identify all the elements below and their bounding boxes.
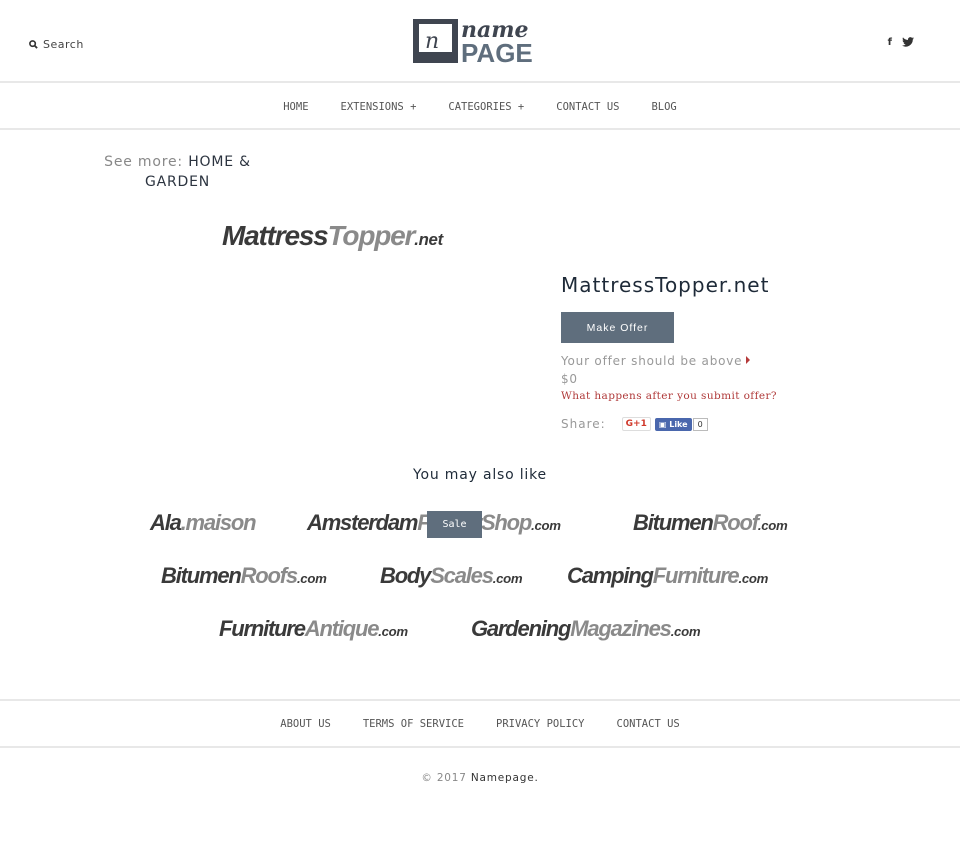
domain-title: MattressTopper.net (561, 273, 770, 297)
nav-extensions[interactable]: EXTENSIONS + (341, 101, 417, 113)
footer-nav: ABOUT US TERMS OF SERVICE PRIVACY POLICY… (0, 699, 960, 748)
caret-right-icon (746, 356, 750, 364)
sale-badge: Sale (427, 511, 482, 538)
footer-about-us[interactable]: ABOUT US (280, 718, 331, 730)
nav-home[interactable]: HOME (283, 101, 308, 113)
google-plus-button[interactable]: G+1 (621, 417, 651, 431)
nav-contact-us[interactable]: CONTACT US (556, 101, 619, 113)
search-icon (29, 40, 38, 49)
search-label: Search (43, 38, 84, 51)
also-like-title: You may also like (413, 467, 547, 483)
footer-privacy[interactable]: PRIVACY POLICY (496, 718, 585, 730)
related-domain[interactable]: BitumenRoof.com (633, 510, 788, 536)
nav-categories[interactable]: CATEGORIES + (448, 101, 524, 113)
site-logo[interactable]: n name PAGE (413, 18, 549, 64)
search-button[interactable]: Search (29, 38, 84, 51)
footer-terms[interactable]: TERMS OF SERVICE (363, 718, 464, 730)
make-offer-button[interactable]: Make Offer (561, 312, 674, 343)
header: Search n name PAGE f (0, 0, 960, 83)
facebook-icon[interactable]: f (888, 37, 892, 48)
svg-text:PAGE: PAGE (461, 38, 533, 64)
related-domain[interactable]: CampingFurniture.com (567, 563, 768, 589)
svg-text:n: n (425, 29, 439, 54)
brand-link[interactable]: Namepage. (471, 772, 539, 784)
related-domain[interactable]: Ala.maison (150, 510, 257, 536)
facebook-like-count: 0 (692, 417, 708, 431)
nav-blog[interactable]: BLOG (651, 101, 676, 113)
see-more: See more: HOME & GARDEN (100, 152, 255, 192)
social-links: f (888, 37, 914, 48)
related-domain[interactable]: GardeningMagazines.com (471, 616, 701, 642)
related-domain[interactable]: FurnitureAntique.com (219, 616, 408, 642)
see-more-label: See more: (104, 154, 183, 170)
footer-contact-us[interactable]: CONTACT US (617, 718, 680, 730)
related-domain[interactable]: BitumenRoofs.com (161, 563, 327, 589)
domain-logo: MattressTopper.net (222, 220, 443, 251)
copyright: © 2017 Namepage. (421, 772, 539, 784)
twitter-icon[interactable] (902, 37, 914, 47)
main-nav: HOME EXTENSIONS + CATEGORIES + CONTACT U… (0, 83, 960, 130)
share-row: Share: G+1 ▣ Like 0 (561, 417, 708, 431)
offer-note: Your offer should be above $0 (561, 354, 743, 386)
related-domain[interactable]: BodyScales.com (380, 563, 523, 589)
share-label: Share: (561, 417, 606, 431)
facebook-like-button[interactable]: ▣ Like (654, 417, 692, 431)
what-happens-link[interactable]: What happens after you submit offer? (561, 390, 777, 402)
